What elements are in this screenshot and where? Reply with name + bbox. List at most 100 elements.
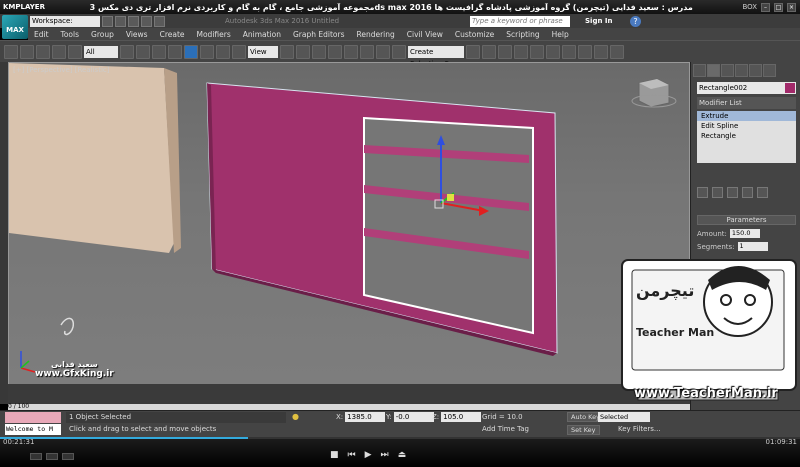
- remove-modifier-icon[interactable]: [742, 187, 753, 198]
- curve-editor-icon[interactable]: [530, 44, 544, 59]
- menu-animation[interactable]: Animation: [237, 30, 287, 39]
- menu-group[interactable]: Group: [85, 30, 120, 39]
- sign-in-button[interactable]: Sign In: [585, 17, 612, 25]
- schematic-view-icon[interactable]: [546, 44, 560, 59]
- utilities-tab-icon[interactable]: [763, 64, 776, 77]
- modify-tab-icon[interactable]: [707, 64, 720, 77]
- keyboard-shortcut-icon[interactable]: [312, 44, 326, 59]
- undo-toolbar-icon[interactable]: [4, 44, 18, 59]
- modifier-list-dropdown[interactable]: Modifier List: [697, 97, 796, 109]
- redo-toolbar-icon[interactable]: [20, 44, 34, 59]
- audio-icon[interactable]: [46, 453, 58, 460]
- stack-item-rectangle[interactable]: Rectangle: [697, 131, 796, 141]
- percent-snap-icon[interactable]: [360, 44, 374, 59]
- menu-customize[interactable]: Customize: [449, 30, 500, 39]
- parameters-rollout[interactable]: Parameters: [697, 215, 796, 225]
- menu-scripting[interactable]: Scripting: [500, 30, 545, 39]
- material-editor-icon[interactable]: [562, 44, 576, 59]
- edit-named-selection-icon[interactable]: [392, 44, 406, 59]
- hierarchy-tab-icon[interactable]: [721, 64, 734, 77]
- key-filters-button[interactable]: Key Filters...: [618, 425, 661, 433]
- snaps-toggle-icon[interactable]: [328, 44, 342, 59]
- pivot-center-icon[interactable]: [280, 44, 294, 59]
- select-place-icon[interactable]: [232, 44, 246, 59]
- amount-spinner[interactable]: 150.0: [729, 229, 760, 238]
- redo-icon[interactable]: [154, 16, 165, 27]
- add-time-tag-button[interactable]: Add Time Tag: [482, 425, 529, 433]
- named-selection-dropdown[interactable]: Create Selection Se: [408, 45, 464, 68]
- workspace-dropdown[interactable]: Workspace: Default: [30, 16, 100, 36]
- align-icon[interactable]: [482, 44, 496, 59]
- next-icon[interactable]: ⏭: [381, 450, 389, 460]
- stack-item-extrude[interactable]: Extrude: [697, 111, 796, 121]
- settings-icon[interactable]: [62, 453, 74, 460]
- play-icon[interactable]: ▶: [365, 450, 372, 460]
- select-rotate-icon[interactable]: [200, 44, 214, 59]
- menu-tools[interactable]: Tools: [55, 30, 85, 39]
- show-end-result-icon[interactable]: [712, 187, 723, 198]
- y-field[interactable]: -0.0: [393, 412, 434, 422]
- layer-explorer-icon[interactable]: [498, 44, 512, 59]
- render-production-icon[interactable]: [610, 44, 624, 59]
- manipulate-icon[interactable]: [296, 44, 310, 59]
- menu-modifiers[interactable]: Modifiers: [191, 30, 237, 39]
- window-crossing-icon[interactable]: [168, 44, 182, 59]
- undo-icon[interactable]: [141, 16, 152, 27]
- select-by-name-icon[interactable]: [136, 44, 150, 59]
- viewport-label[interactable]: [+] [Perspective] [Realistic]: [13, 66, 109, 74]
- maxscript-listener-mini[interactable]: [5, 412, 61, 423]
- rendered-frame-icon[interactable]: [594, 44, 608, 59]
- menu-rendering[interactable]: Rendering: [350, 30, 400, 39]
- selection-lock-icon[interactable]: ●: [292, 412, 302, 422]
- object-color-swatch[interactable]: [785, 83, 795, 93]
- save-file-icon[interactable]: [128, 16, 139, 27]
- render-setup-icon[interactable]: [578, 44, 592, 59]
- z-field[interactable]: 105.0: [441, 412, 482, 422]
- minimize-icon[interactable]: –: [761, 2, 770, 12]
- stop-icon[interactable]: ■: [330, 450, 339, 460]
- new-file-icon[interactable]: [102, 16, 113, 27]
- select-move-icon[interactable]: [184, 44, 198, 59]
- angle-snap-icon[interactable]: [344, 44, 358, 59]
- stack-item-edit-spline[interactable]: Edit Spline: [697, 121, 796, 131]
- select-scale-icon[interactable]: [216, 44, 230, 59]
- maxscript-output[interactable]: Welcome to M: [5, 424, 61, 435]
- link-icon[interactable]: [36, 44, 50, 59]
- max-app-icon[interactable]: MAX: [2, 15, 28, 39]
- player-badge[interactable]: BOX: [742, 3, 757, 11]
- select-object-icon[interactable]: [120, 44, 134, 59]
- menu-help[interactable]: Help: [546, 30, 575, 39]
- make-unique-icon[interactable]: [727, 187, 738, 198]
- ribbon-icon[interactable]: [514, 44, 528, 59]
- key-set-dropdown[interactable]: Selected: [598, 412, 650, 422]
- menu-views[interactable]: Views: [120, 30, 154, 39]
- help-icon[interactable]: ?: [630, 16, 641, 27]
- object-name-field[interactable]: Rectangle002: [697, 82, 796, 94]
- display-tab-icon[interactable]: [749, 64, 762, 77]
- x-field[interactable]: 1385.0: [345, 412, 386, 422]
- menu-graph-editors[interactable]: Graph Editors: [287, 30, 351, 39]
- configure-sets-icon[interactable]: [757, 187, 768, 198]
- subtitle-icon[interactable]: [30, 453, 42, 460]
- close-icon[interactable]: ×: [787, 2, 796, 12]
- menu-create[interactable]: Create: [154, 30, 191, 39]
- pin-stack-icon[interactable]: [697, 187, 708, 198]
- perspective-viewport[interactable]: [+] [Perspective] [Realistic]: [8, 62, 690, 404]
- reference-coordinate-dropdown[interactable]: View: [248, 45, 278, 58]
- menu-edit[interactable]: Edit: [28, 30, 55, 39]
- eject-icon[interactable]: ⏏: [398, 450, 407, 460]
- bind-space-warp-icon[interactable]: [68, 44, 82, 59]
- motion-tab-icon[interactable]: [735, 64, 748, 77]
- spinner-snap-icon[interactable]: [376, 44, 390, 59]
- track-bar[interactable]: [8, 384, 690, 404]
- maximize-icon[interactable]: □: [774, 2, 783, 12]
- menu-civil-view[interactable]: Civil View: [401, 30, 449, 39]
- seek-bar[interactable]: [0, 437, 800, 439]
- set-key-button[interactable]: Set Key: [567, 425, 600, 435]
- mirror-icon[interactable]: [466, 44, 480, 59]
- search-input[interactable]: Type a keyword or phrase: [470, 16, 570, 27]
- open-file-icon[interactable]: [115, 16, 126, 27]
- selection-filter-dropdown[interactable]: All: [84, 45, 118, 58]
- create-tab-icon[interactable]: [693, 64, 706, 77]
- unlink-icon[interactable]: [52, 44, 66, 59]
